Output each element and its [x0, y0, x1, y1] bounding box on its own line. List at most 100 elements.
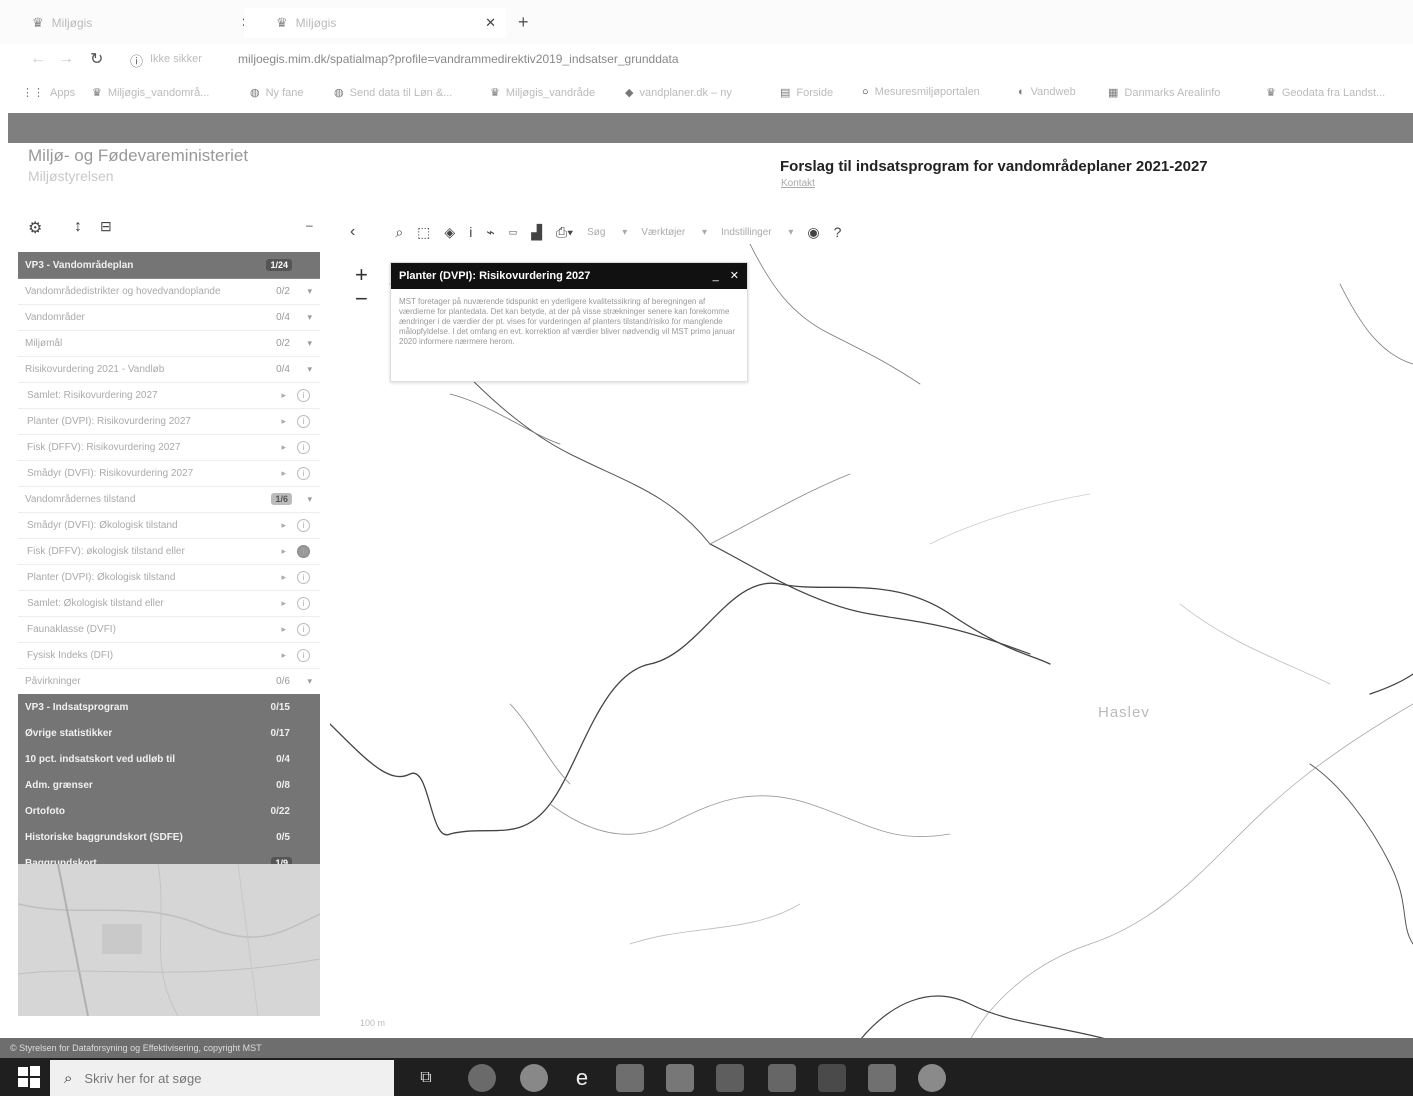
layer-subgroup[interactable]: Vandområdernes tilstand 1/6 ▾ — [18, 486, 320, 513]
legend-arrow-icon[interactable]: ▸ — [281, 650, 286, 661]
overview-map[interactable] — [18, 864, 320, 1016]
layer-info-icon[interactable]: i — [297, 596, 310, 610]
layer-info-icon[interactable]: i — [297, 648, 310, 662]
legend-arrow-icon[interactable]: ▸ — [281, 624, 286, 635]
measure-icon[interactable]: ▭ — [509, 227, 518, 238]
layer-item[interactable]: Samlet: Risikovurdering 2027 ▸ i — [18, 382, 320, 409]
info-icon[interactable]: i — [469, 224, 472, 240]
word-taskbar-icon[interactable] — [716, 1064, 744, 1092]
layer-item[interactable]: Fisk (DFFV): Risikovurdering 2027 ▸ i — [18, 434, 320, 461]
layer-item[interactable]: Fysisk Indeks (DFI) ▸ i — [18, 642, 320, 669]
chevron-down-icon[interactable]: ▾ — [307, 494, 312, 505]
back-icon[interactable]: ← — [30, 50, 46, 68]
layer-info-icon[interactable]: i — [297, 570, 310, 584]
layer-info-icon[interactable]: i — [297, 622, 310, 636]
bookmark-item[interactable]: ◆ vandplaner.dk – ny — [625, 86, 732, 99]
link-icon[interactable]: ⌁ — [486, 224, 494, 241]
gear-icon[interactable]: ⚙ — [28, 218, 42, 238]
legend-arrow-icon[interactable]: ▸ — [281, 546, 286, 557]
layer-group-header[interactable]: VP3 - Vandområdeplan 1/24 — [18, 252, 320, 279]
bookmark-item[interactable]: ▤ Forside — [780, 86, 833, 99]
skype-taskbar-icon[interactable] — [918, 1064, 946, 1092]
outlook-taskbar-icon[interactable] — [818, 1064, 846, 1092]
legend-arrow-icon[interactable]: ▸ — [281, 598, 286, 609]
layer-info-icon[interactable]: i — [297, 388, 310, 402]
legend-arrow-icon[interactable]: ▸ — [281, 572, 286, 583]
zoom-in-button[interactable]: + — [355, 262, 368, 288]
chevron-down-icon[interactable]: ▾ — [307, 676, 312, 687]
chevron-down-icon[interactable]: ▾ — [307, 286, 312, 297]
layer-item[interactable]: Fisk (DFFV): økologisk tilstand eller ▸ i — [18, 538, 320, 565]
layer-info-icon[interactable]: i — [297, 414, 310, 428]
select-icon[interactable]: ⬚ — [417, 224, 430, 241]
browser-tab[interactable]: ♛ Miljøgis ✕ — [0, 8, 262, 38]
info-icon[interactable]: ⓘ — [130, 51, 143, 70]
print-icon[interactable]: ⎙▾ — [556, 224, 573, 241]
layer-info-icon[interactable]: i — [297, 466, 310, 480]
chevron-down-icon[interactable]: ▾ — [307, 364, 312, 375]
bookmark-item[interactable]: ♛ Geodata fra Landst... — [1266, 86, 1385, 99]
close-tab-icon[interactable]: ✕ — [485, 15, 496, 31]
layer-item[interactable]: Faunaklasse (DVFI) ▸ i — [18, 616, 320, 643]
layer-item[interactable]: Planter (DVPI): Økologisk tilstand ▸ i — [18, 564, 320, 591]
bookmark-item[interactable]: ▦ Danmarks Arealinfo — [1108, 86, 1220, 99]
layer-info-icon[interactable]: i — [297, 544, 310, 558]
layer-group-header[interactable]: Øvrige statistikker 0/17 — [18, 720, 320, 747]
forward-icon[interactable]: → — [58, 50, 74, 68]
bookmark-item[interactable]: ♛ Miljøgis_vandråde — [490, 86, 595, 99]
new-tab-button[interactable]: + — [518, 12, 529, 33]
excel-taskbar-icon[interactable] — [768, 1064, 796, 1092]
layer-subgroup[interactable]: Vandområder 0/4 ▾ — [18, 304, 320, 331]
bookmark-apps[interactable]: ⋮⋮ Apps — [22, 86, 75, 99]
tools-menu[interactable]: Værktøjer ▾ — [641, 227, 707, 238]
close-icon[interactable]: ✕ — [730, 270, 739, 282]
layer-group-header[interactable]: Ortofoto 0/22 — [18, 798, 320, 825]
zoom-out-button[interactable]: − — [355, 286, 368, 312]
bookmark-item[interactable]: ◍ Send data til Løn &... — [334, 86, 452, 99]
layer-subgroup[interactable]: Risikovurdering 2021 - Vandløb 0/4 ▾ — [18, 356, 320, 383]
layer-subgroup[interactable]: Påvirkninger 0/6 ▾ — [18, 668, 320, 695]
layer-info-icon[interactable]: i — [297, 518, 310, 532]
chevron-left-icon[interactable]: ‹ — [350, 223, 355, 241]
help-icon[interactable]: ? — [834, 224, 842, 240]
mail-taskbar-icon[interactable] — [616, 1064, 644, 1092]
browser-taskbar-icon[interactable] — [468, 1064, 496, 1092]
bookmark-item[interactable]: ○ Mesuresmiljøportalen — [862, 86, 980, 98]
bookmark-item[interactable]: ◍ Ny fane — [250, 86, 304, 99]
legend-arrow-icon[interactable]: ▸ — [281, 442, 286, 453]
taskbar-search[interactable]: ⌕ Skriv her for at søge — [50, 1060, 394, 1096]
layer-subgroup[interactable]: Miljømål 0/2 ▾ — [18, 330, 320, 357]
search-menu[interactable]: Søg ▾ — [587, 227, 627, 238]
browser-tab-active[interactable]: ♛ Miljøgis ✕ — [244, 8, 506, 38]
legend-arrow-icon[interactable]: ▸ — [281, 520, 286, 531]
layer-group-header[interactable]: Adm. grænser 0/8 — [18, 772, 320, 799]
task-view-icon[interactable]: ⧉ — [412, 1064, 440, 1092]
layer-subgroup[interactable]: Vandområdedistrikter og hovedvandoplande… — [18, 278, 320, 305]
layer-info-icon[interactable]: i — [297, 440, 310, 454]
list-toggle-icon[interactable]: ⊟ — [100, 218, 112, 235]
minimize-icon[interactable]: _ — [713, 270, 719, 282]
settings-menu[interactable]: Indstillinger ▾ — [721, 227, 793, 238]
legend-arrow-icon[interactable]: ▸ — [281, 468, 286, 479]
windows-start-icon[interactable] — [18, 1066, 40, 1088]
contact-link[interactable]: Kontakt — [781, 178, 815, 189]
layer-item[interactable]: Samlet: Økologisk tilstand eller ▸ i — [18, 590, 320, 617]
legend-arrow-icon[interactable]: ▸ — [281, 416, 286, 427]
search-icon[interactable]: ⌕ — [395, 224, 403, 241]
bookmark-item[interactable]: ◐ Vandweb — [1018, 86, 1076, 98]
chevron-down-icon[interactable]: ▾ — [307, 338, 312, 349]
chrome-taskbar-icon[interactable] — [520, 1064, 548, 1092]
layer-item[interactable]: Smådyr (DVFI): Økologisk tilstand ▸ i — [18, 512, 320, 539]
edge-taskbar-icon[interactable]: e — [568, 1064, 596, 1092]
store-taskbar-icon[interactable] — [666, 1064, 694, 1092]
chevron-down-icon[interactable]: ▾ — [307, 312, 312, 323]
bookmark-item[interactable]: ♛ Miljøgis_vandområ... — [92, 86, 209, 99]
layer-group-header[interactable]: 10 pct. indsatskort ved udløb til 0/4 — [18, 746, 320, 773]
expand-collapse-icon[interactable]: ↕ — [74, 218, 82, 236]
url-input[interactable]: miljoegis.mim.dk/spatialmap?profile=vand… — [238, 52, 679, 66]
powerpoint-taskbar-icon[interactable] — [868, 1064, 896, 1092]
eye-icon[interactable]: ◉ — [807, 224, 819, 241]
chart-icon[interactable]: ▟ — [531, 224, 542, 241]
layer-group-header[interactable]: Historiske baggrundskort (SDFE) 0/5 — [18, 824, 320, 851]
layers-icon[interactable]: ◈ — [444, 224, 455, 241]
